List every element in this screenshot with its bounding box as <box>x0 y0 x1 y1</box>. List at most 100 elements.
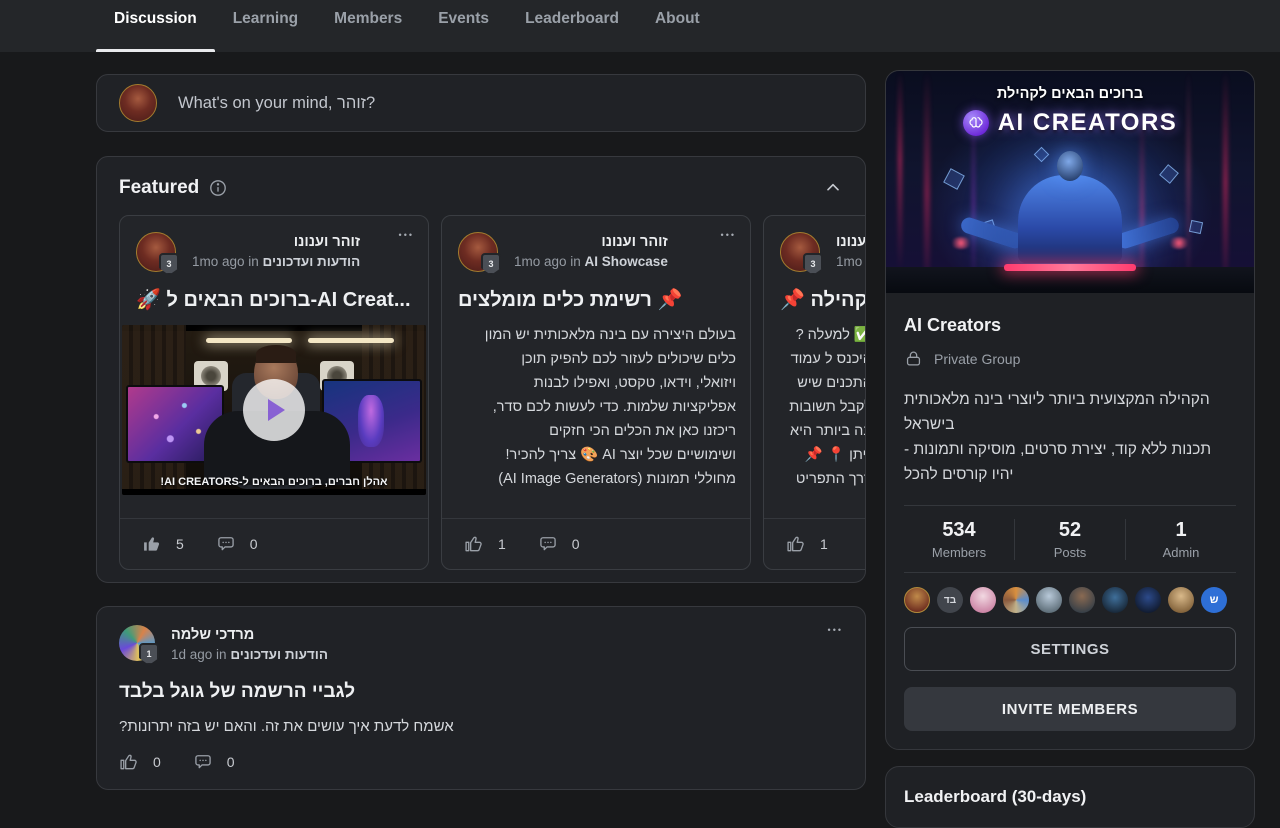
post-body: אשמח לדעת איך עושים את זה. והאם יש בזה י… <box>119 718 843 735</box>
excerpt-line: התכנים שיש <box>780 371 865 395</box>
member-avatar[interactable]: ש <box>1201 587 1227 613</box>
lock-icon <box>904 349 923 368</box>
featured-card-welcome[interactable]: 3 זוהר וענונו 1mo ago in הודעות ועדכונים… <box>119 215 429 570</box>
tab-learning[interactable]: Learning <box>215 0 316 52</box>
tab-about[interactable]: About <box>637 0 718 52</box>
description-paragraph: הקהילה המקצועית ביותר ליוצרי בינה מלאכות… <box>904 387 1236 437</box>
featured-header: Featured <box>97 157 865 199</box>
feed-post[interactable]: 1 מרדכי שלמה 1d ago in הודעות ועדכונים •… <box>96 606 866 790</box>
featured-card-rules[interactable]: 3 זוהר וענונו 1mo ago in הודעות ועדכונים… <box>763 215 865 570</box>
banner-brand-row: AI CREATORS <box>886 109 1254 137</box>
avatar[interactable]: 3 <box>780 232 820 272</box>
collapse-chevron-up-icon[interactable] <box>823 178 843 198</box>
avatar[interactable]: 1 <box>119 625 155 661</box>
post-excerpt: בעולם היצירה עם בינה מלאכותית יש המון כל… <box>456 323 736 491</box>
member-avatar[interactable] <box>904 587 930 613</box>
video-thumbnail[interactable]: אהלן חברים, ברוכים הבאים ל-AI CREATORS! <box>122 325 426 495</box>
engagement-row: 5 0 <box>120 518 428 569</box>
engagement-row: 0 0 <box>119 752 843 772</box>
excerpt-line: כלים שיכולים לעזור לכם להפיק תוכן <box>456 347 736 371</box>
invite-members-button[interactable]: INVITE MEMBERS <box>904 687 1236 731</box>
tab-events[interactable]: Events <box>420 0 507 52</box>
post-category[interactable]: הודעות ועדכונים <box>230 647 328 662</box>
featured-section: Featured 3 זוהר וענונו 1mo ago <box>96 156 866 583</box>
post-menu-icon[interactable]: ••• <box>721 230 736 240</box>
post-author[interactable]: זוהר וענונו <box>192 232 360 252</box>
stat-members[interactable]: 534 Members <box>904 519 1014 560</box>
letterbox-bar <box>122 489 426 495</box>
group-description: הקהילה המקצועית ביותר ליוצרי בינה מלאכות… <box>904 387 1236 487</box>
excerpt-line: ✅ למעלה ? <box>780 323 865 347</box>
info-icon[interactable] <box>209 179 227 197</box>
post-author[interactable]: מרדכי שלמה <box>171 625 328 645</box>
like-icon[interactable] <box>786 534 806 554</box>
post-category[interactable]: AI Showcase <box>585 254 668 269</box>
post-meta: 1mo ago in הודעות ועדכונים <box>836 252 865 271</box>
like-count: 1 <box>820 536 828 552</box>
stat-admins[interactable]: 1 Admin <box>1125 519 1236 560</box>
member-avatar[interactable] <box>1069 587 1095 613</box>
excerpt-line: היכנס ל עמוד <box>780 347 865 371</box>
post-age: 1mo ago in <box>192 254 263 269</box>
floating-cube <box>943 168 965 190</box>
group-cover-image: ברוכים הבאים לקהילת AI CREATORS <box>886 71 1254 293</box>
group-stats: 534 Members 52 Posts 1 Admin <box>904 506 1236 572</box>
post-title[interactable]: 🚀 ברוכים הבאים ל-AI Creat... <box>136 287 412 312</box>
light-bar <box>308 338 394 343</box>
post-category[interactable]: הודעות ועדכונים <box>263 254 361 269</box>
video-caption: אהלן חברים, ברוכים הבאים ל-AI CREATORS! <box>122 476 426 488</box>
stat-posts[interactable]: 52 Posts <box>1014 519 1125 560</box>
post-title[interactable]: 📌 חוקי הקהילה <box>780 287 865 312</box>
member-avatar[interactable] <box>1135 587 1161 613</box>
post-author[interactable]: זוהר וענונו <box>836 232 865 252</box>
comment-icon[interactable] <box>193 752 213 772</box>
neon-streak <box>1223 71 1228 293</box>
post-excerpt: ✅ למעלה ? היכנס ל עמוד התכנים שיש לקבל ת… <box>780 323 865 491</box>
level-badge: 3 <box>803 253 823 275</box>
floating-cube <box>1034 147 1050 163</box>
brain-logo-icon <box>963 110 989 136</box>
settings-button[interactable]: SETTINGS <box>904 627 1236 671</box>
comment-icon[interactable] <box>216 534 236 554</box>
like-count: 5 <box>176 536 184 552</box>
comment-count: 0 <box>227 754 235 770</box>
post-menu-icon[interactable]: ••• <box>828 625 843 635</box>
member-avatar[interactable] <box>1003 587 1029 613</box>
post-meta: 1d ago in הודעות ועדכונים <box>171 645 328 664</box>
tab-members[interactable]: Members <box>316 0 420 52</box>
member-avatar[interactable] <box>1168 587 1194 613</box>
banner-welcome-text: ברוכים הבאים לקהילת <box>886 86 1254 102</box>
avatar[interactable]: 3 <box>458 232 498 272</box>
avatar[interactable]: 3 <box>136 232 176 272</box>
like-icon[interactable] <box>119 752 139 772</box>
leaderboard-card: Leaderboard (30-days) <box>885 766 1255 828</box>
neon-streak <box>972 71 975 293</box>
like-icon[interactable] <box>142 534 162 554</box>
hand-glow <box>950 237 972 249</box>
stat-label: Admin <box>1126 545 1236 560</box>
like-count: 1 <box>498 536 506 552</box>
group-info-card: ברוכים הבאים לקהילת AI CREATORS AI Creat… <box>885 70 1255 750</box>
member-avatar[interactable] <box>1102 587 1128 613</box>
excerpt-line: דרך התפריט <box>780 467 865 491</box>
comment-icon[interactable] <box>538 534 558 554</box>
tab-leaderboard[interactable]: Leaderboard <box>507 0 637 52</box>
stat-value: 1 <box>1126 519 1236 542</box>
like-icon[interactable] <box>464 534 484 554</box>
member-avatar[interactable] <box>970 587 996 613</box>
post-title[interactable]: לגביי הרשמה של גוגל בלבד <box>119 681 843 703</box>
member-avatar[interactable]: בד <box>937 587 963 613</box>
neon-streak <box>1187 71 1190 293</box>
post-composer[interactable]: What's on your mind, זוהר? <box>96 74 866 132</box>
post-age: 1mo ago in <box>514 254 585 269</box>
featured-card-tools[interactable]: 3 זוהר וענונו 1mo ago in AI Showcase •••… <box>441 215 751 570</box>
post-age: 1d ago in <box>171 647 230 662</box>
post-title[interactable]: 📌 רשימת כלים מומלצים <box>458 287 734 312</box>
member-avatar[interactable] <box>1036 587 1062 613</box>
excerpt-line: בעולם היצירה עם בינה מלאכותית יש המון <box>456 323 736 347</box>
play-button-icon[interactable] <box>243 379 305 441</box>
post-author[interactable]: זוהר וענונו <box>514 232 668 252</box>
tab-discussion[interactable]: Discussion <box>96 0 215 52</box>
post-menu-icon[interactable]: ••• <box>399 230 414 240</box>
excerpt-line: מחוללי תמונות (AI Image Generators) <box>456 467 736 491</box>
